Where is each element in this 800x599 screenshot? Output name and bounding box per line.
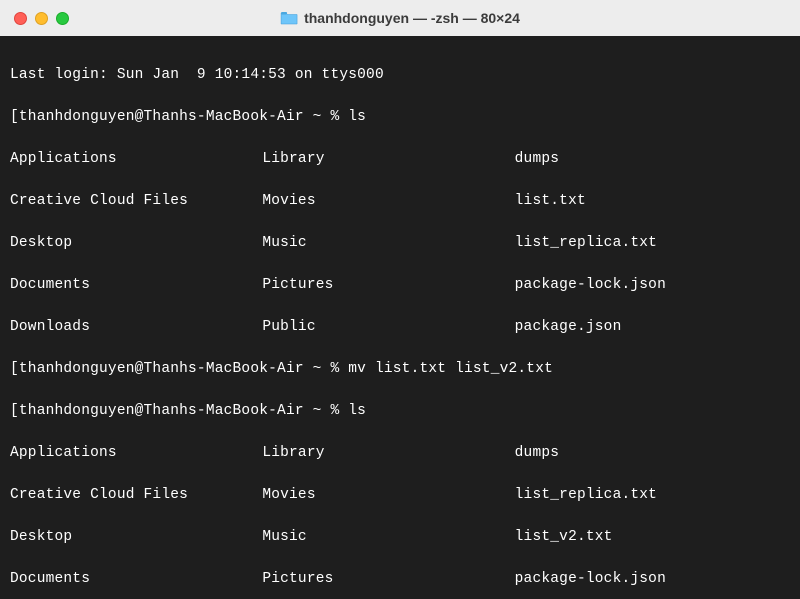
maximize-icon[interactable] — [56, 12, 69, 25]
ls-cell: Downloads — [10, 317, 262, 338]
ls-cell: package-lock.json — [515, 569, 790, 590]
ls-output-row: ApplicationsLibrarydumps — [10, 149, 790, 170]
traffic-lights — [14, 12, 69, 25]
window-title-group: thanhdonguyen — -zsh — 80×24 — [280, 10, 520, 26]
ls-cell: Movies — [262, 485, 514, 506]
ls-cell: Library — [262, 149, 514, 170]
prompt-line: [thanhdonguyen@Thanhs-MacBook-Air ~ % ls — [10, 401, 790, 422]
ls-output-row: DownloadsPublicpackage.json — [10, 317, 790, 338]
ls-cell: list.txt — [515, 191, 790, 212]
ls-output-row: Creative Cloud FilesMovieslist_replica.t… — [10, 485, 790, 506]
ls-cell: Library — [262, 443, 514, 464]
ls-cell: Music — [262, 233, 514, 254]
ls-cell: package.json — [515, 317, 790, 338]
ls-output-row: DocumentsPicturespackage-lock.json — [10, 275, 790, 296]
ls-output-row: Creative Cloud FilesMovieslist.txt — [10, 191, 790, 212]
prompt-line: [thanhdonguyen@Thanhs-MacBook-Air ~ % ls — [10, 107, 790, 128]
prompt: [thanhdonguyen@Thanhs-MacBook-Air ~ % — [10, 109, 348, 125]
prompt: [thanhdonguyen@Thanhs-MacBook-Air ~ % — [10, 361, 348, 377]
prompt-line: [thanhdonguyen@Thanhs-MacBook-Air ~ % mv… — [10, 359, 790, 380]
ls-cell: dumps — [515, 443, 790, 464]
ls-cell: Desktop — [10, 527, 262, 548]
ls-output-row: ApplicationsLibrarydumps — [10, 443, 790, 464]
ls-cell: list_replica.txt — [515, 485, 790, 506]
ls-cell: Pictures — [262, 569, 514, 590]
close-icon[interactable] — [14, 12, 27, 25]
ls-cell: Documents — [10, 275, 262, 296]
minimize-icon[interactable] — [35, 12, 48, 25]
window-titlebar: thanhdonguyen — -zsh — 80×24 — [0, 0, 800, 36]
terminal-content[interactable]: Last login: Sun Jan 9 10:14:53 on ttys00… — [0, 36, 800, 599]
folder-icon — [280, 11, 298, 25]
ls-cell: Desktop — [10, 233, 262, 254]
ls-cell: package-lock.json — [515, 275, 790, 296]
ls-output-row: DesktopMusiclist_v2.txt — [10, 527, 790, 548]
command-text: ls — [348, 403, 366, 419]
ls-cell: Creative Cloud Files — [10, 191, 262, 212]
ls-cell: Public — [262, 317, 514, 338]
prompt: [thanhdonguyen@Thanhs-MacBook-Air ~ % — [10, 403, 348, 419]
ls-cell: list_replica.txt — [515, 233, 790, 254]
ls-cell: dumps — [515, 149, 790, 170]
last-login-line: Last login: Sun Jan 9 10:14:53 on ttys00… — [10, 65, 790, 86]
window-title: thanhdonguyen — -zsh — 80×24 — [304, 10, 520, 26]
ls-cell: Music — [262, 527, 514, 548]
ls-cell: Documents — [10, 569, 262, 590]
ls-cell: list_v2.txt — [515, 527, 790, 548]
ls-cell: Creative Cloud Files — [10, 485, 262, 506]
command-text: ls — [348, 109, 366, 125]
ls-output-row: DocumentsPicturespackage-lock.json — [10, 569, 790, 590]
ls-cell: Pictures — [262, 275, 514, 296]
ls-output-row: DesktopMusiclist_replica.txt — [10, 233, 790, 254]
ls-cell: Movies — [262, 191, 514, 212]
command-text: mv list.txt list_v2.txt — [348, 361, 553, 377]
ls-cell: Applications — [10, 443, 262, 464]
ls-cell: Applications — [10, 149, 262, 170]
